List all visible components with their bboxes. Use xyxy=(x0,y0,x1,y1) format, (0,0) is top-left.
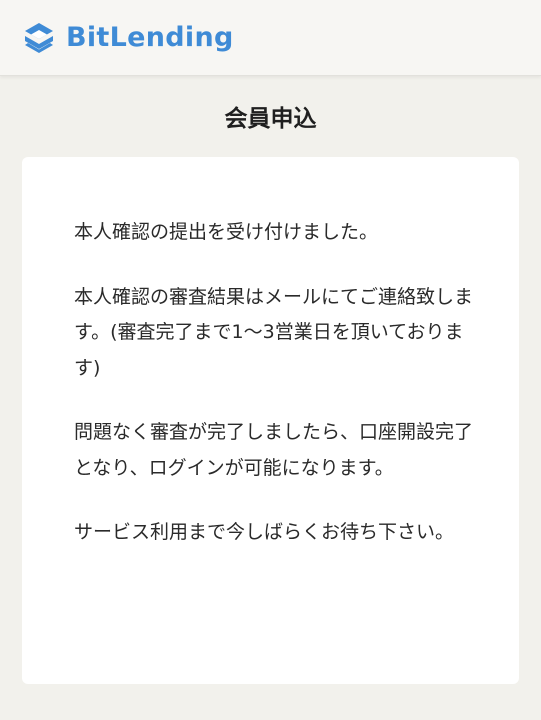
message-paragraph-4: サービス利用まで今しばらくお待ち下さい。 xyxy=(74,521,455,543)
message-paragraph-3: 問題なく審査が完了しましたら、口座開設完了となり、ログインが可能になります。 xyxy=(74,421,474,479)
brand-logo[interactable]: BitLending xyxy=(22,21,234,55)
page-title: 会員申込 xyxy=(224,106,317,132)
message-paragraph-1: 本人確認の提出を受け付けました。 xyxy=(74,221,379,243)
message-paragraph-2: 本人確認の審査結果はメールにてご連絡致します。(審査完了まで1〜3営業日を頂いて… xyxy=(74,285,474,379)
logo-text: BitLending xyxy=(66,22,234,53)
stacked-layers-logo-icon xyxy=(25,22,53,53)
app-header: BitLending xyxy=(0,0,541,76)
message-card: 本人確認の提出を受け付けました。 本人確認の審査結果はメールにてご連絡致します。… xyxy=(22,157,519,684)
